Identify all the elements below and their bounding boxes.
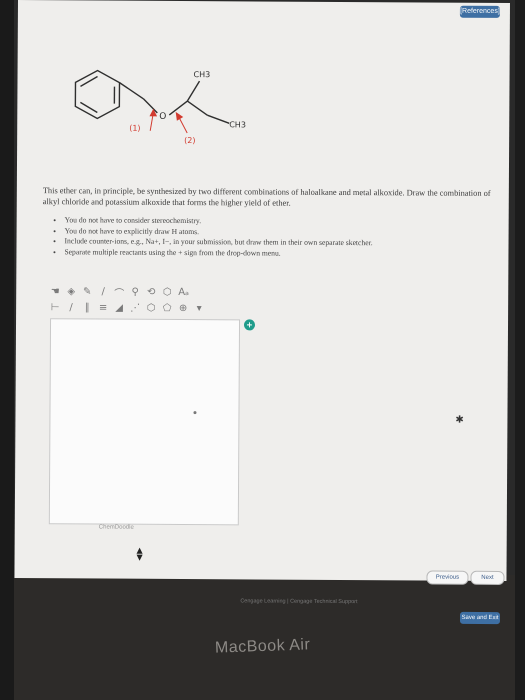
chemdoodle-credit: ChemDoodle: [98, 524, 134, 531]
next-button[interactable]: Next: [470, 570, 505, 585]
oxygen-label: O: [159, 112, 166, 122]
chain-icon[interactable]: ⊢: [50, 302, 60, 313]
bond-1-label: (1): [129, 124, 140, 133]
previous-button[interactable]: Previous: [426, 570, 469, 585]
ring-icon[interactable]: ⬡: [162, 286, 172, 297]
previous-label: Previous: [435, 574, 460, 581]
bond-hash-icon[interactable]: ⋰: [130, 302, 140, 313]
eraser-icon[interactable]: ◈: [66, 286, 76, 297]
screen: [References] O CH3 CH3 (1) (2) This ethe…: [14, 0, 510, 605]
bond-single-icon[interactable]: /: [66, 302, 76, 313]
bond-triple-icon[interactable]: ≡: [98, 302, 108, 313]
next-label: Next: [481, 574, 494, 581]
bond-double-icon[interactable]: ∥: [82, 302, 92, 313]
template-icon[interactable]: ⟲: [146, 286, 156, 297]
mouse-cursor-icon: ✱: [455, 414, 464, 426]
more-icon[interactable]: ▾: [194, 303, 204, 314]
bond-2-label: (2): [184, 136, 195, 145]
ether-structure: O CH3 CH3 (1) (2): [74, 69, 246, 145]
ch3-bottom-label: CH3: [229, 120, 246, 129]
text-label-icon[interactable]: Aₐ: [178, 286, 189, 297]
pointer-icon[interactable]: ☚: [50, 286, 60, 297]
bond-wedge-icon[interactable]: ◢: [114, 302, 124, 313]
instruction-item: Separate multiple reactants using the + …: [64, 247, 494, 260]
sketcher-canvas[interactable]: [48, 318, 241, 526]
zoom-icon[interactable]: ⚲: [130, 286, 140, 297]
footer-text[interactable]: Cengage Learning | Cengage Technical Sup…: [240, 598, 357, 605]
references-button[interactable]: [References]: [459, 5, 500, 18]
charge-icon[interactable]: ⊕: [178, 302, 188, 313]
bond-icon[interactable]: ∕: [98, 286, 108, 297]
sketcher-toolbar: ☚ ◈ ✎ ∕ ⌒ ⚲ ⟲ ⬡ Aₐ ⊢ / ∥ ≡ ◢ ⋰ ⬡ ⬠ ⊕ ▾: [50, 283, 290, 318]
right-bezel: [515, 0, 525, 700]
sketcher-stepper[interactable]: ▲ ▼: [132, 546, 148, 565]
device-label: MacBook Air: [214, 636, 311, 657]
canvas-dot: [193, 411, 197, 415]
left-bezel: [0, 0, 14, 700]
add-sketcher-button[interactable]: +: [243, 319, 256, 331]
ring-6-icon[interactable]: ⬡: [146, 302, 156, 313]
pencil-icon[interactable]: ✎: [82, 286, 92, 297]
lasso-icon[interactable]: ⌒: [114, 284, 124, 299]
question-text: This ether can, in principle, be synthes…: [42, 186, 491, 208]
ch3-top-label: CH3: [194, 70, 211, 79]
save-and-exit-button[interactable]: Save and Exit: [459, 611, 501, 625]
benzene-ring: [74, 69, 121, 120]
ring-5-icon[interactable]: ⬠: [162, 302, 172, 313]
instruction-list: You do not have to consider stereochemis…: [52, 215, 494, 260]
